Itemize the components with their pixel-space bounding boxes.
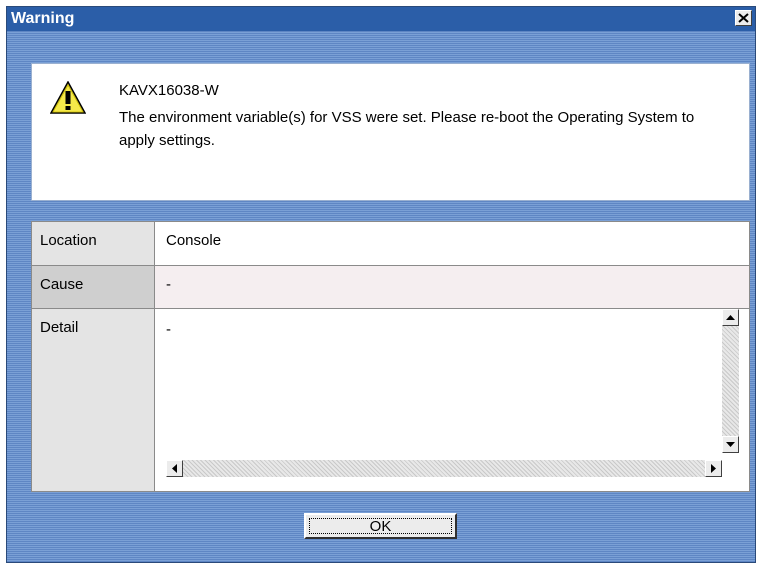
scroll-right-button[interactable] — [705, 460, 722, 477]
scroll-left-button[interactable] — [166, 460, 183, 477]
ok-button-label: OK — [369, 517, 392, 535]
ok-button[interactable]: OK — [304, 513, 457, 539]
arrow-right-icon — [710, 464, 716, 473]
detail-label: Detail — [32, 309, 155, 491]
warning-dialog: Warning KAVX16038-W The environment vari… — [6, 6, 756, 563]
close-button[interactable] — [735, 10, 752, 26]
cause-value: - — [166, 276, 171, 293]
message-text: The environment variable(s) for VSS were… — [119, 109, 695, 149]
cause-row: Cause - — [32, 266, 749, 309]
location-row: Location Console — [32, 222, 749, 266]
message-panel: KAVX16038-W The environment variable(s) … — [31, 63, 750, 201]
vertical-scrollbar[interactable] — [722, 309, 739, 453]
cause-label: Cause — [32, 266, 155, 308]
arrow-up-icon — [726, 314, 735, 320]
close-icon — [738, 13, 749, 23]
horizontal-scrollbar[interactable] — [166, 460, 722, 477]
dialog-title: Warning — [11, 10, 75, 27]
location-value: Console — [166, 232, 222, 249]
arrow-left-icon — [171, 464, 177, 473]
scroll-down-button[interactable] — [722, 436, 739, 453]
detail-value[interactable]: - — [166, 321, 171, 338]
location-label: Location — [32, 222, 155, 265]
title-bar[interactable]: Warning — [7, 7, 755, 31]
message-code: KAVX16038-W — [119, 82, 219, 99]
details-table: Location Console Cause - Detail - — [31, 221, 750, 492]
scroll-up-button[interactable] — [722, 309, 739, 326]
warning-icon — [50, 81, 86, 114]
detail-row: Detail - — [32, 309, 749, 491]
arrow-down-icon — [726, 441, 735, 447]
